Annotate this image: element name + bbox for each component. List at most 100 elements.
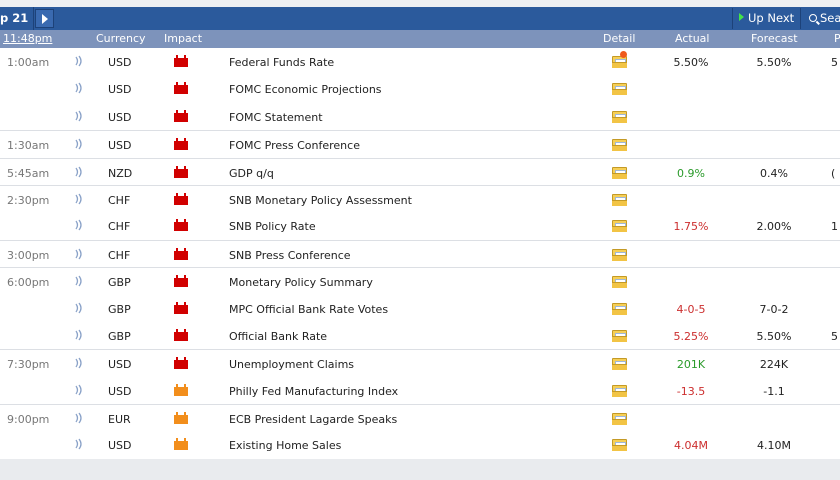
- event-time: 5:45am: [7, 166, 50, 180]
- event-currency: USD: [108, 56, 132, 69]
- sound-icon[interactable]: [74, 357, 84, 369]
- event-actual: 4.04M: [674, 439, 708, 453]
- sound-icon[interactable]: [74, 55, 84, 67]
- medium-impact-icon[interactable]: [174, 438, 188, 451]
- event-title[interactable]: Existing Home Sales: [229, 439, 341, 452]
- event-currency: GBP: [108, 329, 131, 343]
- table-row[interactable]: 1:30am USD FOMC Press Conference: [0, 130, 840, 158]
- sound-icon[interactable]: [74, 384, 84, 396]
- event-currency: CHF: [108, 193, 131, 207]
- event-actual: 0.9%: [677, 166, 705, 180]
- sound-icon[interactable]: [74, 166, 84, 178]
- event-previous: (: [831, 166, 836, 180]
- sound-icon[interactable]: [74, 275, 84, 287]
- event-title[interactable]: ECB President Lagarde Speaks: [229, 413, 397, 426]
- event-title[interactable]: FOMC Economic Projections: [229, 83, 382, 96]
- event-currency: CHF: [108, 248, 131, 262]
- event-currency: GBP: [108, 276, 131, 290]
- event-actual: -13.5: [676, 384, 706, 398]
- sound-icon[interactable]: [74, 248, 84, 260]
- search-label: Sea: [820, 11, 840, 25]
- folder-icon[interactable]: [612, 411, 627, 426]
- medium-impact-icon[interactable]: [174, 383, 188, 396]
- folder-icon[interactable]: [612, 218, 627, 233]
- folder-icon[interactable]: [612, 247, 627, 261]
- folder-icon[interactable]: [612, 137, 627, 152]
- high-impact-icon[interactable]: [174, 55, 188, 67]
- high-impact-icon[interactable]: [174, 192, 188, 205]
- high-impact-icon[interactable]: [174, 82, 188, 95]
- search-icon: [809, 14, 817, 22]
- table-row[interactable]: 5:45am NZD GDP q/q 0.9% 0.4% (: [0, 157, 840, 185]
- high-impact-icon[interactable]: [174, 328, 188, 341]
- event-currency: USD: [108, 384, 132, 398]
- event-title[interactable]: Philly Fed Manufacturing Index: [229, 385, 398, 398]
- high-impact-icon[interactable]: [174, 275, 188, 288]
- high-impact-icon[interactable]: [174, 138, 188, 151]
- table-row[interactable]: USD FOMC Economic Projections: [0, 75, 840, 103]
- event-title[interactable]: SNB Press Conference: [229, 249, 351, 262]
- table-row[interactable]: GBP Official Bank Rate 5.25% 5.50% 5: [0, 321, 840, 350]
- folder-icon[interactable]: [612, 81, 627, 96]
- event-title[interactable]: MPC Official Bank Rate Votes: [229, 303, 388, 316]
- actual-column-header: Actual: [675, 32, 710, 45]
- table-row[interactable]: GBP MPC Official Bank Rate Votes 4-0-5 7-0-…: [0, 294, 840, 322]
- folder-icon[interactable]: [612, 192, 627, 206]
- folder-icon[interactable]: [612, 383, 627, 397]
- date-tab-label: p 21: [0, 11, 29, 25]
- bottom-strip: [0, 460, 840, 480]
- medium-impact-icon[interactable]: [174, 412, 188, 425]
- event-title[interactable]: Official Bank Rate: [229, 330, 327, 343]
- event-title[interactable]: Monetary Policy Summary: [229, 276, 373, 289]
- table-row[interactable]: 2:30pm CHF SNB Monetary Policy Assessment: [0, 184, 840, 213]
- folder-star-icon[interactable]: [612, 51, 627, 68]
- sound-icon[interactable]: [74, 302, 84, 314]
- table-row[interactable]: 9:00pm EUR ECB President Lagarde Speaks: [0, 404, 840, 432]
- search-button[interactable]: Sea: [800, 8, 840, 29]
- sound-icon[interactable]: [74, 193, 84, 205]
- folder-icon[interactable]: [612, 328, 627, 342]
- high-impact-icon[interactable]: [174, 109, 188, 122]
- folder-icon[interactable]: [612, 109, 627, 123]
- high-impact-icon[interactable]: [174, 219, 188, 232]
- sound-icon[interactable]: [74, 82, 84, 94]
- event-currency: EUR: [108, 413, 131, 427]
- table-row[interactable]: CHF SNB Policy Rate 1.75% 2.00% 1: [0, 212, 840, 240]
- event-title[interactable]: FOMC Press Conference: [229, 139, 360, 152]
- detail-column-header: Detail: [603, 32, 636, 45]
- high-impact-icon[interactable]: [174, 301, 188, 314]
- sound-icon[interactable]: [74, 412, 84, 424]
- table-row[interactable]: 3:00pm CHF SNB Press Conference: [0, 239, 840, 268]
- event-title[interactable]: SNB Monetary Policy Assessment: [229, 194, 412, 207]
- sound-icon[interactable]: [74, 138, 84, 150]
- event-title[interactable]: Federal Funds Rate: [229, 56, 334, 69]
- table-row[interactable]: USD FOMC Statement: [0, 102, 840, 131]
- folder-icon[interactable]: [612, 301, 627, 315]
- folder-icon[interactable]: [612, 356, 627, 371]
- sound-icon[interactable]: [74, 110, 84, 122]
- folder-icon[interactable]: [612, 437, 627, 452]
- event-actual: 1.75%: [673, 220, 709, 234]
- event-title[interactable]: SNB Policy Rate: [229, 220, 316, 233]
- table-row[interactable]: USD Philly Fed Manufacturing Index -13.5 -1…: [0, 376, 840, 405]
- up-next-button[interactable]: Up Next: [732, 8, 799, 29]
- event-title[interactable]: GDP q/q: [229, 167, 274, 180]
- table-row[interactable]: 7:30pm USD Unemployment Claims 201K 224K: [0, 349, 840, 377]
- calendar-toolbar: p 21 Up Next Sea: [0, 7, 840, 30]
- high-impact-icon[interactable]: [174, 247, 188, 260]
- sound-icon[interactable]: [74, 329, 84, 341]
- next-day-arrow-icon[interactable]: [35, 9, 54, 28]
- table-row[interactable]: 6:00pm GBP Monetary Policy Summary: [0, 267, 840, 295]
- folder-icon[interactable]: [612, 165, 627, 179]
- high-impact-icon[interactable]: [174, 165, 188, 178]
- table-row[interactable]: 1:00am USD Federal Funds Rate 5.50% 5.50% 5: [0, 48, 840, 76]
- event-title[interactable]: FOMC Statement: [229, 111, 323, 124]
- sound-icon[interactable]: [74, 438, 84, 450]
- event-title[interactable]: Unemployment Claims: [229, 358, 354, 371]
- sound-icon[interactable]: [74, 219, 84, 231]
- folder-icon[interactable]: [612, 274, 627, 289]
- current-time-link[interactable]: 11:48pm: [3, 32, 52, 45]
- table-row[interactable]: USD Existing Home Sales 4.04M 4.10M: [0, 431, 840, 459]
- date-tab[interactable]: p 21: [0, 7, 34, 30]
- high-impact-icon[interactable]: [174, 357, 188, 370]
